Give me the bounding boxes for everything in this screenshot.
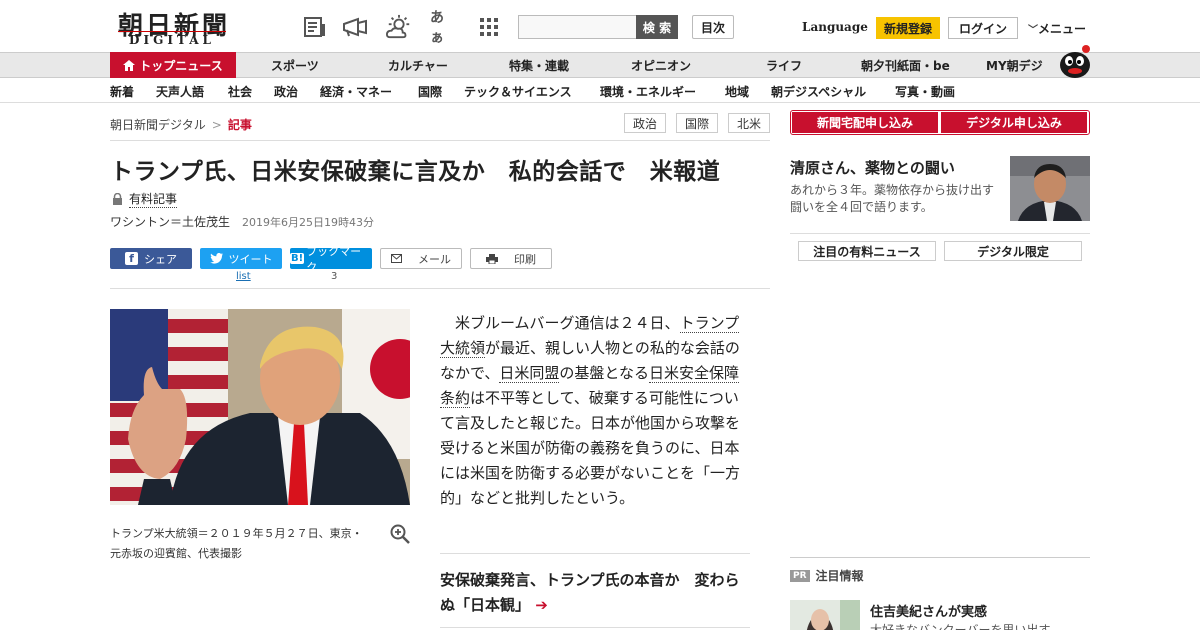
search-button[interactable]: 検 索 (636, 15, 678, 39)
subnav-item-environment[interactable]: 環境・エネルギー (600, 79, 696, 103)
nav-item-paper[interactable]: 朝夕刊紙面・be (861, 52, 950, 78)
divider (440, 553, 750, 554)
tab-digital-only[interactable]: デジタル限定 (944, 241, 1082, 261)
pr-heading-text: 注目情報 (815, 569, 864, 583)
subnav-item-photo[interactable]: 写真・動画 (895, 79, 955, 103)
search-input[interactable] (518, 15, 638, 39)
subnav-item-society[interactable]: 社会 (228, 79, 252, 103)
subscribe-digital-button[interactable]: デジタル申し込み (941, 112, 1087, 133)
paid-article-label: 有料記事 (112, 190, 178, 208)
body-text: は不平等として、破棄する可能性について言及したと報じた。日本が他国から攻撃を受け… (440, 389, 741, 507)
chevron-down-icon: ﹀ (1028, 25, 1038, 36)
facebook-share-label: シェア (144, 252, 177, 266)
subnav-item-politics[interactable]: 政治 (274, 79, 298, 103)
grid-icon[interactable] (476, 14, 502, 40)
menu-label: メニュー (1038, 22, 1087, 36)
mail-share-button[interactable]: メール (380, 248, 462, 269)
register-button[interactable]: 新規登録 (876, 17, 940, 39)
hatena-bookmark-button[interactable]: B! ブックマーク (290, 245, 372, 274)
twitter-share-label: ツイート (228, 252, 273, 266)
divider (110, 140, 770, 141)
font-size-icon[interactable]: あぁ (430, 10, 456, 46)
feature-title[interactable]: 清原さん、薬物との闘い (790, 157, 955, 178)
divider (790, 233, 1090, 234)
breadcrumb-separator: > (211, 118, 222, 132)
twitter-icon (209, 253, 223, 264)
breadcrumb: 朝日新聞デジタル > 記事 (110, 116, 252, 133)
divider (440, 627, 750, 628)
pr-thumbnail[interactable] (790, 600, 860, 630)
nav-item-culture[interactable]: カルチャー (388, 52, 448, 78)
pr-title[interactable]: 住吉美紀さんが実感 (870, 601, 987, 620)
print-icon (486, 253, 498, 264)
photo-caption: トランプ米大統領＝２０１９年５月２７日、東京・元赤坂の迎賓館、代表撮影 (110, 527, 363, 560)
pr-text: 大好きなバンクーバーを思い出す (870, 623, 1051, 630)
feature-text: あれから３年。薬物依存から抜け出す闘いを全４回で語ります。 (790, 183, 995, 214)
home-icon (123, 59, 136, 71)
login-button[interactable]: ログイン (948, 17, 1018, 39)
related-article-link[interactable]: 安保破棄発言、トランプ氏の本音か 変わらぬ「日本観」 ➔ (440, 568, 750, 618)
article-photo[interactable] (110, 309, 410, 505)
tag-world[interactable]: 国際 (676, 113, 718, 133)
nav-item-opinion[interactable]: オピニオン (631, 52, 691, 78)
article-body: 米ブルームバーグ通信は２４日、トランプ大統領が最近、親しい人物との私的な会話のな… (440, 311, 750, 511)
weather-icon[interactable] (386, 14, 412, 40)
byline: ワシントン＝土佐茂生 2019年6月25日19時43分 (110, 213, 374, 230)
tag-politics[interactable]: 政治 (624, 113, 666, 133)
publish-datetime: 2019年6月25日19時43分 (242, 215, 374, 229)
pr-heading: PR 注目情報 (790, 567, 864, 584)
nav-home-tab[interactable]: トップニュース (110, 52, 236, 78)
paid-article-text[interactable]: 有料記事 (129, 190, 178, 208)
breadcrumb-current: 記事 (227, 118, 252, 132)
nav-item-life[interactable]: ライフ (766, 52, 802, 78)
subnav-item-special[interactable]: 朝デジスペシャル (771, 79, 866, 103)
toc-button[interactable]: 目次 (692, 15, 734, 39)
body-text: 米ブルームバーグ通信は２４日、 (455, 314, 680, 332)
mascot-icon[interactable] (1058, 44, 1092, 78)
feature-thumbnail[interactable] (1010, 156, 1090, 221)
menu-button[interactable]: ﹀メニュー (1028, 20, 1086, 37)
hatena-icon: B! (290, 253, 305, 264)
megaphone-icon[interactable] (342, 14, 368, 40)
twitter-share-button[interactable]: ツイート (200, 248, 282, 269)
nav-item-my[interactable]: MY朝デジ (986, 52, 1043, 78)
mail-icon (391, 254, 402, 263)
pr-badge: PR (790, 569, 810, 582)
hatena-count: 3 (331, 271, 338, 282)
hatena-bookmark-label: ブックマーク (306, 244, 362, 274)
facebook-share-button[interactable]: f シェア (110, 248, 192, 269)
related-article-title: 安保破棄発言、トランプ氏の本音か 変わらぬ「日本観」 (440, 571, 740, 614)
body-text: の基盤となる (559, 364, 649, 382)
nav-home-label: トップニュース (139, 58, 223, 73)
subnav-item-tensei[interactable]: 天声人語 (156, 79, 204, 103)
keyword-link-alliance[interactable]: 日米同盟 (499, 364, 560, 383)
divider (790, 557, 1090, 558)
divider (110, 288, 770, 289)
language-link[interactable]: Language (802, 20, 868, 34)
twitter-count[interactable]: list (236, 271, 251, 282)
facebook-icon: f (125, 252, 138, 265)
article-title: トランプ氏、日米安保破棄に言及か 私的会話で 米報道 (110, 159, 721, 185)
arrow-right-icon: ➔ (535, 596, 548, 614)
subscribe-paper-button[interactable]: 新聞宅配申し込み (792, 112, 938, 133)
subnav-item-new[interactable]: 新着 (110, 79, 134, 103)
newspaper-icon[interactable] (302, 14, 328, 40)
subnav-item-world[interactable]: 国際 (418, 79, 442, 103)
tag-north-america[interactable]: 北米 (728, 113, 770, 133)
subnav-item-economy[interactable]: 経済・マネー (320, 79, 392, 103)
logo-digital[interactable]: DIGITAL (118, 31, 226, 47)
nav-item-sports[interactable]: スポーツ (271, 52, 319, 78)
mail-share-label: メール (418, 252, 451, 266)
print-button[interactable]: 印刷 (470, 248, 552, 269)
lock-icon (113, 193, 122, 205)
breadcrumb-root[interactable]: 朝日新聞デジタル (110, 118, 206, 132)
subnav-item-tech[interactable]: テック＆サイエンス (464, 79, 572, 103)
zoom-icon[interactable] (390, 524, 410, 544)
tab-paid-news[interactable]: 注目の有料ニュース (798, 241, 936, 261)
author: ワシントン＝土佐茂生 (110, 215, 231, 229)
print-label: 印刷 (514, 252, 536, 266)
nav-item-features[interactable]: 特集・連載 (509, 52, 569, 78)
subnav-item-region[interactable]: 地域 (725, 79, 749, 103)
